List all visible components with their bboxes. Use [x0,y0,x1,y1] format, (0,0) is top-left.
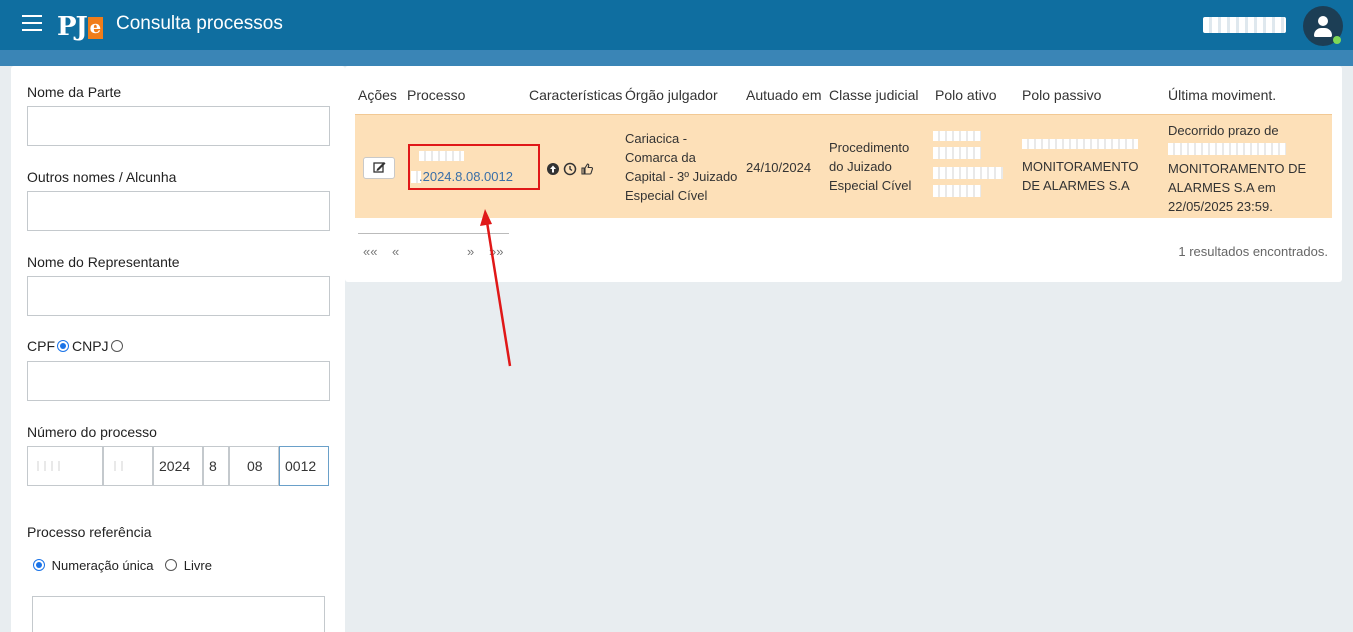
col-autuado-em[interactable]: Autuado em [746,87,822,103]
col-classe-judicial[interactable]: Classe judicial [829,87,918,103]
col-acoes[interactable]: Ações [358,87,397,103]
numero-seq-input[interactable] [27,446,103,486]
thumbs-up-icon [581,163,594,175]
representante-label: Nome do Representante [27,254,180,270]
top-bar-band [0,50,1353,66]
col-caracteristicas[interactable]: Características [529,87,622,103]
livre-label: Livre [183,558,212,573]
pager-prev-button[interactable]: « [392,244,399,259]
classe-judicial-cell: Procedimento do Juizado Especial Cível [829,138,911,195]
online-status-icon [1333,36,1341,44]
classe-line-3: Especial Cível [829,178,912,193]
pager-divider [358,233,509,234]
col-ultima-movimentacao[interactable]: Última moviment. [1168,87,1276,103]
nome-parte-input[interactable] [27,106,330,146]
orgao-line-1: Cariacica - [625,131,688,146]
document-type-group: CPF CNPJ [27,338,126,354]
numero-tribunal-input[interactable]: 08 [229,446,279,486]
top-bar: PJ e Consulta processos [0,0,1353,50]
ultima-line-2: MONITORAMENTO DE [1168,161,1307,176]
classe-line-1: Procedimento [829,140,910,155]
edit-button[interactable] [363,157,395,179]
numero-processo-label: Número do processo [27,424,157,440]
livre-radio[interactable] [165,559,178,571]
cnpj-label: CNPJ [72,338,109,354]
ultima-movimentacao-cell: Decorrido prazo de MONITORAMENTO DE ALAR… [1168,121,1306,216]
pager-next-button[interactable]: » [467,244,474,259]
representante-input[interactable] [27,276,330,316]
pager-first-button[interactable]: «« [363,244,377,259]
orgao-line-2: Comarca da [625,150,696,165]
edit-icon [373,162,386,173]
logo-e: e [87,17,103,39]
col-polo-passivo[interactable]: Polo passivo [1022,87,1101,103]
hamburger-menu-icon[interactable] [22,15,42,31]
cpf-cnpj-input[interactable] [27,361,330,401]
nome-parte-label: Nome da Parte [27,84,122,100]
col-polo-ativo[interactable]: Polo ativo [935,87,996,103]
results-panel: Ações Processo Características Órgão jul… [345,66,1342,282]
cpf-radio[interactable] [57,340,69,352]
processo-referencia-label: Processo referência [27,524,152,540]
ultima-line-4: 22/05/2025 23:59. [1168,199,1273,214]
outros-nomes-label: Outros nomes / Alcunha [27,169,177,185]
pje-logo[interactable]: PJ e [57,8,103,42]
logo-text: PJ [57,12,88,42]
numero-dv-input[interactable] [103,446,153,486]
cpf-label: CPF [27,338,55,354]
arrow-up-circle-icon [547,163,559,175]
autuado-em-cell: 24/10/2024 [746,160,812,175]
numeracao-unica-radio[interactable] [33,559,45,571]
polo-passivo-line-1: MONITORAMENTO [1022,159,1139,174]
processo-redacted [419,151,464,161]
referencia-type-group: Numeração única Livre [31,558,212,573]
clock-icon [563,162,577,176]
cnpj-radio[interactable] [110,340,123,352]
orgao-julgador-cell: Cariacica - Comarca da Capital - 3º Juiz… [625,129,737,205]
processo-referencia-input[interactable] [32,596,325,632]
user-avatar-icon[interactable] [1303,6,1343,46]
ultima-line-1: Decorrido prazo de [1168,123,1279,138]
ultima-redacted [1168,143,1286,155]
page-title: Consulta processos [116,13,283,34]
results-count: 1 resultados encontrados. [1178,244,1328,259]
classe-line-2: do Juizado [829,159,892,174]
processo-link[interactable]: .2024.8.08.0012 [419,169,513,184]
col-orgao-julgador[interactable]: Órgão julgador [625,87,718,103]
pager-last-button[interactable]: »» [489,244,503,259]
orgao-line-3: Capital - 3º Juizado [625,169,738,184]
numeracao-unica-label: Numeração única [51,558,154,573]
numero-ano-input[interactable]: 2024 [153,446,203,486]
col-processo[interactable]: Processo [407,87,465,103]
numero-segmento-input[interactable]: 8 [203,446,229,486]
table-row[interactable]: .2024.8.08.0012 Cariacica - Comarca da C… [355,114,1332,218]
polo-passivo-redacted [1022,139,1138,149]
outros-nomes-input[interactable] [27,191,330,231]
caracteristicas-icons [546,162,594,176]
numero-origem-input[interactable]: 0012 [279,446,329,486]
polo-passivo-cell: MONITORAMENTO DE ALARMES S.A [1022,157,1139,195]
polo-passivo-line-2: DE ALARMES S.A [1022,178,1130,193]
orgao-line-4: Especial Cível [625,188,708,203]
ultima-line-3: ALARMES S.A em [1168,180,1276,195]
user-name-redacted[interactable] [1203,17,1286,33]
